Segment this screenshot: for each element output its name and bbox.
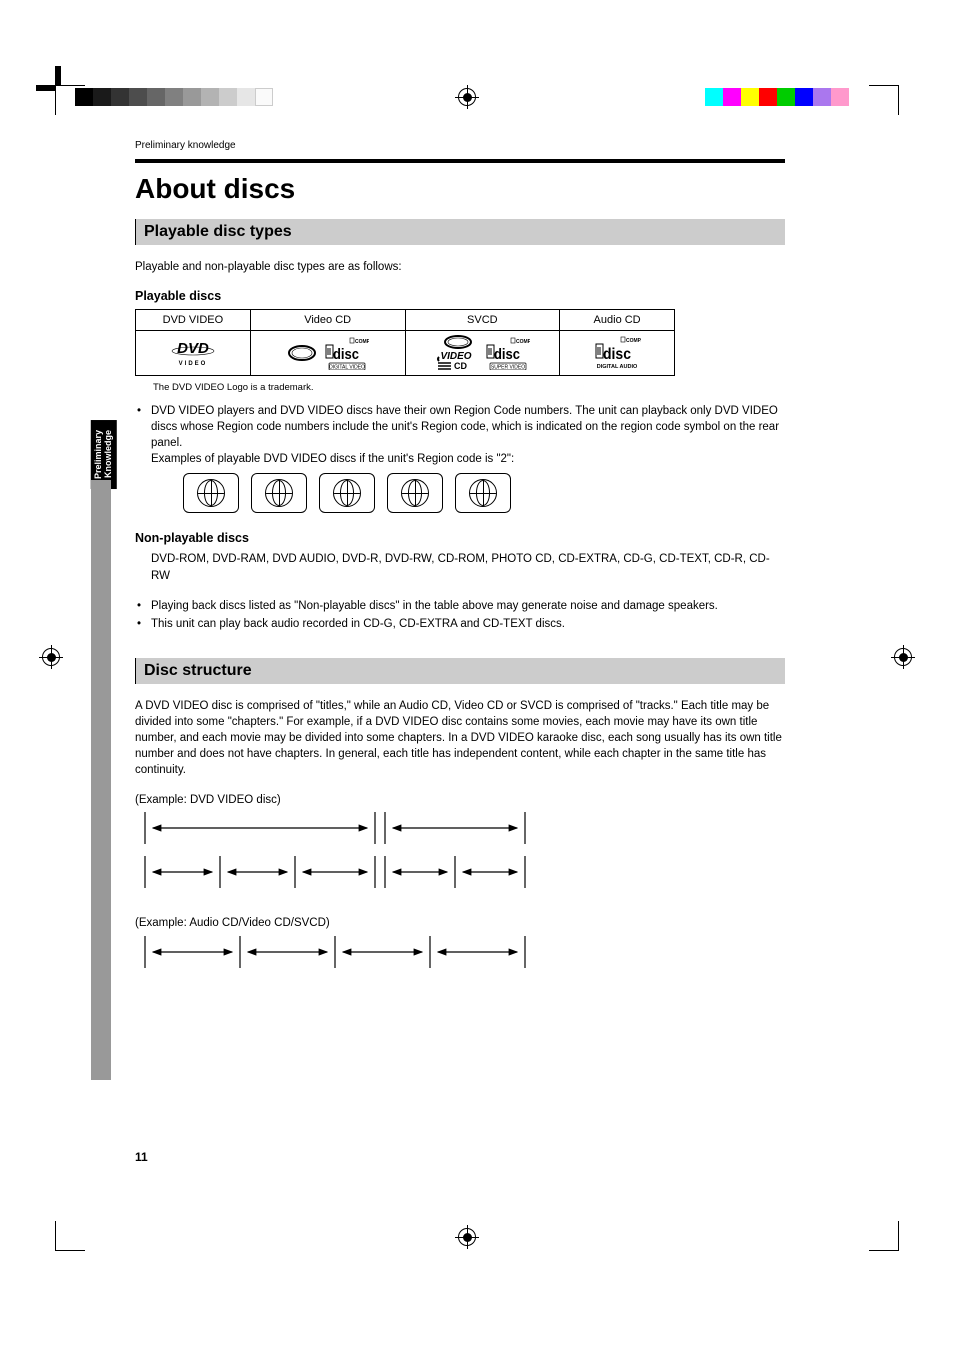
registration-mark-icon: [894, 648, 912, 666]
svg-text:COMPACT: COMPACT: [355, 339, 369, 345]
cd-structure-diagram: [135, 936, 785, 977]
table-col-vcd: Video CD COMPACT disc DIGITAL VIDEO: [251, 310, 406, 375]
region-icons-row: [183, 473, 785, 513]
table-col-svcd: SVCD VIDEOCD COMPACTdiscSUPER VIDEO: [406, 310, 561, 375]
region-code-icon: [387, 473, 443, 513]
crop-mark-icon: [869, 85, 899, 115]
table-header: DVD VIDEO: [136, 310, 250, 331]
table-col-dvd: DVD VIDEO DVDVIDEO: [136, 310, 251, 375]
svg-text:COMPACT: COMPACT: [516, 339, 530, 345]
region-code-bullet: DVD VIDEO players and DVD VIDEO discs ha…: [135, 403, 785, 467]
svg-text:disc: disc: [494, 347, 520, 363]
region-code-icon: [455, 473, 511, 513]
svg-text:VIDEO: VIDEO: [179, 361, 208, 367]
svg-text:disc: disc: [333, 347, 359, 363]
playable-heading: Playable discs: [135, 289, 785, 303]
svg-text:DIGITAL VIDEO: DIGITAL VIDEO: [329, 365, 365, 371]
svcd-logo-icon: VIDEOCD COMPACTdiscSUPER VIDEO: [406, 331, 560, 375]
nonplayable-heading: Non-playable discs: [135, 531, 785, 545]
dvd-video-logo-icon: DVDVIDEO: [136, 331, 250, 375]
example1-label: (Example: DVD VIDEO disc): [135, 792, 785, 808]
registration-mark-icon: [458, 1228, 476, 1246]
table-col-audiocd: Audio CD COMPACT discDIGITAL AUDIO: [560, 310, 674, 375]
side-tab: Preliminary Knowledge: [91, 420, 117, 489]
region-examples-text: Examples of playable DVD VIDEO discs if …: [151, 451, 785, 467]
table-header: SVCD: [406, 310, 560, 331]
running-head: Preliminary knowledge: [135, 140, 785, 151]
region-code-icon: [251, 473, 307, 513]
title-rule: [135, 159, 785, 163]
color-bar-right: [705, 88, 849, 106]
crop-mark-icon: [55, 85, 85, 115]
noise-warning-bullet: Playing back discs listed as "Non-playab…: [135, 598, 785, 614]
color-bar-left: [75, 88, 273, 106]
table-header: Audio CD: [560, 310, 674, 331]
dvd-structure-diagram: [135, 812, 785, 897]
region-code-text: DVD VIDEO players and DVD VIDEO discs ha…: [151, 405, 779, 449]
section-heading-structure: Disc structure: [135, 658, 785, 684]
svg-text:CD: CD: [454, 361, 467, 371]
video-cd-logo-icon: COMPACT disc DIGITAL VIDEO: [251, 331, 405, 375]
registration-mark-icon: [42, 648, 60, 666]
page-title: About discs: [135, 173, 785, 205]
svg-text:SUPER VIDEO: SUPER VIDEO: [491, 365, 525, 371]
region-code-icon: [319, 473, 375, 513]
svg-text:COMPACT: COMPACT: [626, 338, 641, 344]
side-tab-label: Preliminary Knowledge: [93, 430, 113, 479]
svg-text:disc: disc: [603, 347, 631, 364]
svg-text:DIGITAL AUDIO: DIGITAL AUDIO: [597, 364, 638, 370]
playable-disc-table: DVD VIDEO DVDVIDEO Video CD COMPACTdiscD…: [135, 309, 675, 376]
trademark-note: The DVD VIDEO Logo is a trademark.: [153, 382, 785, 393]
crop-mark-icon: [869, 1221, 899, 1251]
section-heading-playable: Playable disc types: [135, 219, 785, 245]
cdg-playback-bullet: This unit can play back audio recorded i…: [135, 616, 785, 632]
page-number: 11: [135, 1150, 148, 1164]
registration-mark-icon: [458, 88, 476, 106]
crop-mark-icon: [55, 1221, 85, 1251]
table-header: Video CD: [251, 310, 405, 331]
nonplayable-list: DVD-ROM, DVD-RAM, DVD AUDIO, DVD-R, DVD-…: [151, 551, 785, 583]
example2-label: (Example: Audio CD/Video CD/SVCD): [135, 915, 785, 931]
intro-text: Playable and non-playable disc types are…: [135, 259, 785, 275]
audio-cd-logo-icon: COMPACT discDIGITAL AUDIO: [560, 331, 674, 375]
structure-paragraph: A DVD VIDEO disc is comprised of "titles…: [135, 698, 785, 778]
side-tab-gray: [91, 480, 111, 1080]
page-content: Preliminary knowledge About discs Playab…: [135, 140, 785, 995]
region-code-icon: [183, 473, 239, 513]
